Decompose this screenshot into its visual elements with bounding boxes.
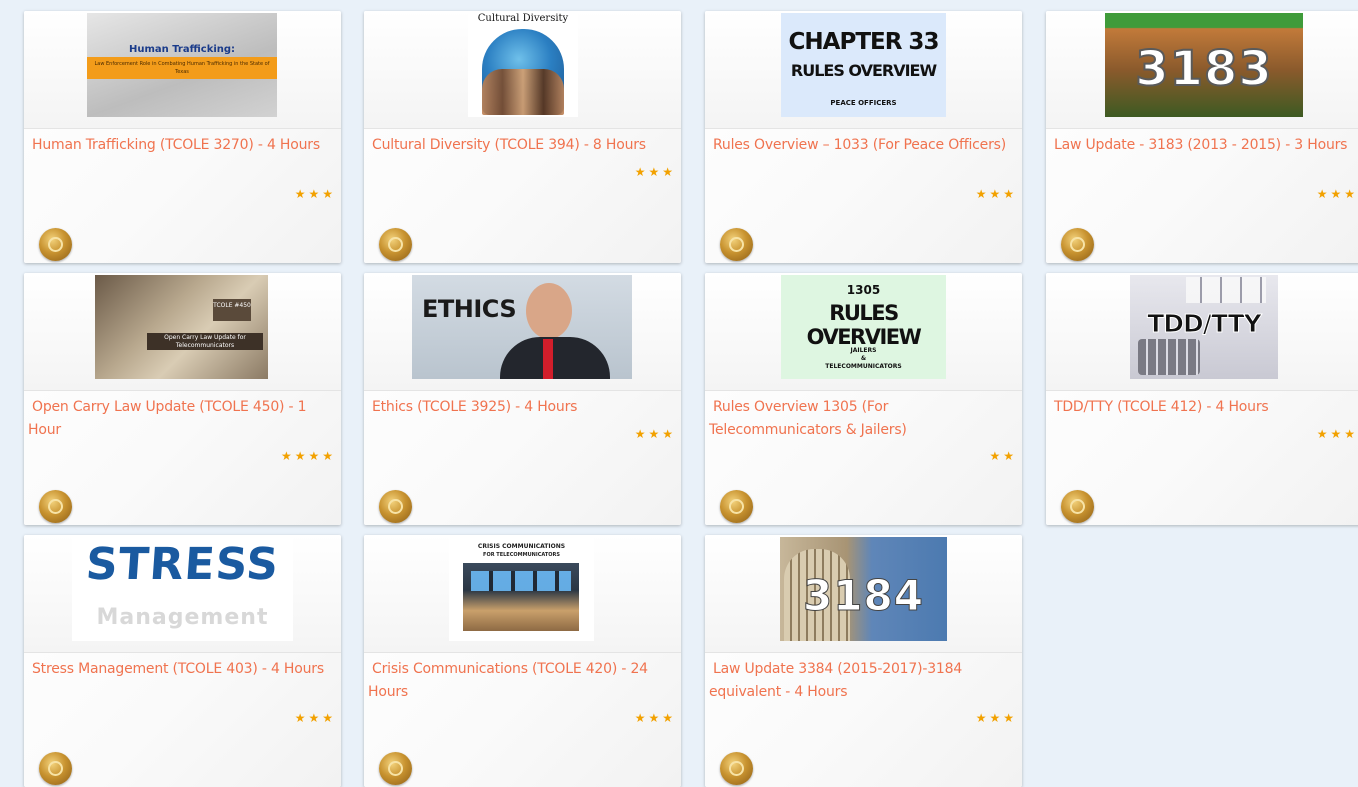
thumb-line2: Management [96,605,269,630]
course-card-stress-management[interactable]: STRESS Management Stress Management (TCO… [24,535,341,787]
course-title[interactable]: Rules Overview – 1033 (For Peace Officer… [709,134,1009,157]
rating-stars: ★★★ [294,711,336,725]
thumb-heading: TDD/TTY [1147,309,1262,339]
course-card-rules-overview-1305[interactable]: 1305 RULES OVERVIEW JAILERS & TELECOMMUN… [705,273,1022,525]
thumb-number: 3183 [1134,40,1273,98]
course-thumbnail[interactable]: CRISIS COMMUNICATIONS FOR TELECOMMUNICAT… [449,537,594,641]
badge-medal-icon [720,490,753,523]
thumbnail-area: ETHICS [364,273,681,391]
thumb-heading: Cultural Diversity [477,13,569,24]
thumbnail-area: Cultural Diversity [364,11,681,129]
rating-stars: ★★★ [294,187,336,201]
course-card-crisis-communications[interactable]: CRISIS COMMUNICATIONS FOR TELECOMMUNICAT… [364,535,681,787]
course-thumbnail[interactable]: STRESS Management [72,537,293,641]
rating-stars: ★★★ [1316,427,1358,441]
course-thumbnail[interactable]: ETHICS [412,275,632,379]
course-thumbnail[interactable]: Cultural Diversity [468,13,578,117]
thumb-banner: Open Carry Law Update for Telecommunicat… [147,333,263,350]
thumbnail-area: TCOLE #450 Open Carry Law Update for Tel… [24,273,341,391]
course-title[interactable]: Open Carry Law Update (TCOLE 450) - 1 Ho… [28,396,328,442]
course-title[interactable]: Rules Overview 1305 (For Telecommunicato… [709,396,1009,442]
course-card-ethics[interactable]: ETHICS Ethics (TCOLE 3925) - 4 Hours ★★★ [364,273,681,525]
thumb-line1: 1305 [846,283,881,297]
course-thumbnail[interactable]: TDD/TTY [1130,275,1278,379]
course-card-rules-overview-1033[interactable]: CHAPTER 33 RULES OVERVIEW PEACE OFFICERS… [705,11,1022,263]
course-title[interactable]: Stress Management (TCOLE 403) - 4 Hours [28,658,328,681]
thumb-line2: RULES OVERVIEW [790,61,937,80]
thumbnail-area: TDD/TTY [1046,273,1358,391]
badge-medal-icon [1061,490,1094,523]
thumb-subtitle: Law Enforcement Role in Combating Human … [87,57,277,79]
badge-medal-icon [39,752,72,785]
course-title[interactable]: Law Update 3384 (2015-2017)-3184 equival… [709,658,1009,704]
course-thumbnail[interactable]: Human Trafficking: Law Enforcement Role … [87,13,277,117]
course-title[interactable]: Cultural Diversity (TCOLE 394) - 8 Hours [368,134,668,157]
thumb-tag: TCOLE #450 [213,299,251,321]
rating-stars: ★★★ [634,711,676,725]
hands-icon [482,69,564,115]
badge-medal-icon [379,752,412,785]
course-card-tdd-tty[interactable]: TDD/TTY TDD/TTY (TCOLE 412) - 4 Hours ★★… [1046,273,1358,525]
course-thumbnail[interactable]: 3184 [780,537,947,641]
thumbnail-area: 3183 [1046,11,1358,129]
rating-stars: ★★★ [634,165,676,179]
rating-stars: ★★ [989,449,1017,463]
course-thumbnail[interactable]: CHAPTER 33 RULES OVERVIEW PEACE OFFICERS [781,13,946,117]
course-card-law-update-3384[interactable]: 3184 Law Update 3384 (2015-2017)-3184 eq… [705,535,1022,787]
course-thumbnail[interactable]: TCOLE #450 Open Carry Law Update for Tel… [95,275,268,379]
thumb-line1: CRISIS COMMUNICATIONS [477,543,566,550]
badge-medal-icon [379,228,412,261]
rating-stars: ★★★ [634,427,676,441]
badge-medal-icon [720,228,753,261]
speaker-head-icon [526,283,572,339]
thumbnail-area: Human Trafficking: Law Enforcement Role … [24,11,341,129]
thumb-line1: CHAPTER 33 [788,29,940,55]
sign-language-icon [1186,277,1266,303]
course-card-open-carry[interactable]: TCOLE #450 Open Carry Law Update for Tel… [24,273,341,525]
course-thumbnail[interactable]: 1305 RULES OVERVIEW JAILERS & TELECOMMUN… [781,275,946,379]
thumb-line2: RULES OVERVIEW [806,301,922,349]
course-grid: Human Trafficking: Law Enforcement Role … [0,0,1358,787]
monitor-icon [471,571,571,591]
course-title[interactable]: Law Update - 3183 (2013 - 2015) - 3 Hour… [1050,134,1350,157]
course-title[interactable]: Ethics (TCOLE 3925) - 4 Hours [368,396,668,419]
thumb-heading: Human Trafficking: [128,44,236,55]
badge-medal-icon [1061,228,1094,261]
thumb-line2: FOR TELECOMMUNICATORS [483,552,560,558]
thumb-heading: ETHICS [422,295,517,323]
keyboard-icon [1138,339,1200,375]
badge-medal-icon [39,490,72,523]
rating-stars: ★★★ [975,187,1017,201]
thumbnail-area: 3184 [705,535,1022,653]
thumbnail-area: 1305 RULES OVERVIEW JAILERS & TELECOMMUN… [705,273,1022,391]
thumb-line3: JAILERS [850,347,877,354]
course-card-law-update-3183[interactable]: 3183 Law Update - 3183 (2013 - 2015) - 3… [1046,11,1358,263]
speaker-suit-icon [500,337,610,379]
thumb-line4: & [860,355,867,362]
badge-medal-icon [379,490,412,523]
rating-stars: ★★★ [975,711,1017,725]
course-title[interactable]: Crisis Communications (TCOLE 420) - 24 H… [368,658,668,704]
thumbnail-area: STRESS Management [24,535,341,653]
badge-medal-icon [39,228,72,261]
badge-medal-icon [720,752,753,785]
course-card-human-trafficking[interactable]: Human Trafficking: Law Enforcement Role … [24,11,341,263]
course-thumbnail[interactable]: 3183 [1105,13,1303,117]
speaker-tie-icon [543,339,553,379]
rating-stars: ★★★ [1316,187,1358,201]
thumb-line1: STRESS [84,539,281,590]
thumbnail-area: CRISIS COMMUNICATIONS FOR TELECOMMUNICAT… [364,535,681,653]
thumbnail-area: CHAPTER 33 RULES OVERVIEW PEACE OFFICERS [705,11,1022,129]
thumb-line5: TELECOMMUNICATORS [825,363,902,370]
thumb-line3: PEACE OFFICERS [830,99,897,107]
thumb-number: 3184 [803,571,924,621]
course-title[interactable]: TDD/TTY (TCOLE 412) - 4 Hours [1050,396,1350,419]
rating-stars: ★★★★ [280,449,336,463]
course-card-cultural-diversity[interactable]: Cultural Diversity Cultural Diversity (T… [364,11,681,263]
course-title[interactable]: Human Trafficking (TCOLE 3270) - 4 Hours [28,134,328,157]
